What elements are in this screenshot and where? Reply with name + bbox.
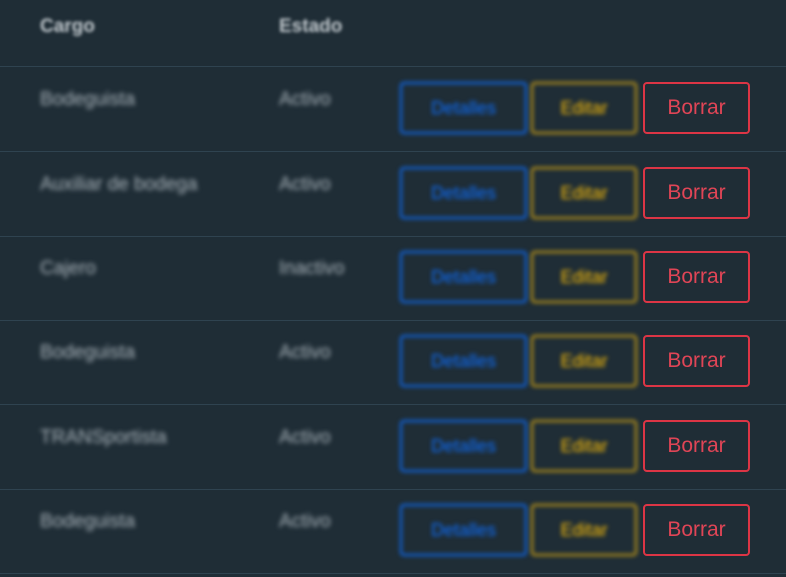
column-header-estado: Estado: [279, 16, 343, 37]
borrar-button[interactable]: Borrar: [643, 251, 750, 303]
cell-estado: Inactivo: [279, 258, 345, 279]
detalles-button[interactable]: Detalles: [400, 167, 527, 219]
borrar-button[interactable]: Borrar: [643, 335, 750, 387]
table-row: Cajero Inactivo Detalles Editar Borrar: [0, 236, 786, 321]
detalles-button[interactable]: Detalles: [400, 335, 527, 387]
detalles-button[interactable]: Detalles: [400, 82, 527, 134]
column-header-cargo: Cargo: [40, 16, 95, 37]
positions-table: Cargo Estado Bodeguista Activo Detalles …: [0, 0, 786, 577]
cell-cargo: Bodeguista: [40, 511, 136, 532]
editar-button[interactable]: Editar: [531, 82, 637, 134]
cell-estado: Activo: [279, 427, 331, 448]
editar-button[interactable]: Editar: [531, 335, 637, 387]
cell-cargo: Auxiliar de bodega: [40, 174, 198, 195]
cell-estado: Activo: [279, 342, 331, 363]
detalles-button[interactable]: Detalles: [400, 504, 527, 556]
borrar-button[interactable]: Borrar: [643, 167, 750, 219]
cell-cargo: Bodeguista: [40, 89, 136, 110]
borrar-button[interactable]: Borrar: [643, 82, 750, 134]
cell-estado: Activo: [279, 89, 331, 110]
table-row: TRANSportista Activo Detalles Editar Bor…: [0, 405, 786, 490]
table-row: Auxiliar de bodega Activo Detalles Edita…: [0, 152, 786, 237]
detalles-button[interactable]: Detalles: [400, 251, 527, 303]
editar-button[interactable]: Editar: [531, 504, 637, 556]
table-row: Bodeguista Activo Detalles Editar Borrar: [0, 320, 786, 405]
cell-cargo: TRANSportista: [40, 427, 167, 448]
editar-button[interactable]: Editar: [531, 420, 637, 472]
editar-button[interactable]: Editar: [531, 251, 637, 303]
borrar-button[interactable]: Borrar: [643, 420, 750, 472]
cell-estado: Activo: [279, 511, 331, 532]
cell-cargo: Bodeguista: [40, 342, 136, 363]
cell-estado: Activo: [279, 174, 331, 195]
borrar-button[interactable]: Borrar: [643, 504, 750, 556]
table-header: Cargo Estado: [0, 0, 786, 67]
table-row: Bodeguista Activo Detalles Editar Borrar: [0, 489, 786, 574]
cell-cargo: Cajero: [40, 258, 96, 279]
table-row: Bodeguista Activo Detalles Editar Borrar: [0, 67, 786, 152]
detalles-button[interactable]: Detalles: [400, 420, 527, 472]
editar-button[interactable]: Editar: [531, 167, 637, 219]
